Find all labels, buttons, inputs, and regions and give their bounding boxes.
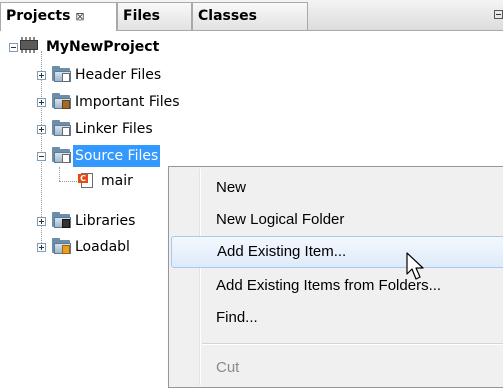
tree-item-project[interactable]: MyNewProject: [44, 36, 161, 58]
menu-item-label: New: [216, 179, 247, 196]
collapse-icon[interactable]: [37, 152, 46, 161]
menu-item-new[interactable]: New: [171, 172, 503, 204]
tab-projects[interactable]: Projects ⊠: [0, 2, 117, 31]
tree-item-main-file[interactable]: mair: [99, 170, 135, 192]
tree-item-linker-files[interactable]: Linker Files: [73, 118, 155, 140]
tree-item-label: Source Files: [73, 145, 161, 167]
expand-icon[interactable]: [37, 71, 46, 80]
tab-classes[interactable]: Classes: [192, 2, 308, 30]
tab-bar: Projects ⊠ Files Classes: [0, 0, 503, 31]
menu-item-label: Add Existing Item...: [217, 243, 347, 260]
menu-item-cut: Cut: [171, 352, 503, 384]
folder-icon: [50, 119, 72, 137]
menu-item-add-existing-items-from-folders[interactable]: Add Existing Items from Folders...: [171, 270, 503, 302]
tab-files[interactable]: Files: [117, 2, 192, 30]
folder-icon: [50, 146, 72, 164]
expand-icon[interactable]: [37, 243, 46, 252]
tree-item-important-files[interactable]: Important Files: [73, 91, 182, 113]
collapse-icon[interactable]: [9, 43, 18, 52]
close-tab-icon[interactable]: ⊠: [75, 10, 84, 23]
minimize-icon[interactable]: [494, 10, 503, 19]
tree-item-libraries[interactable]: Libraries: [73, 210, 137, 232]
tree-guide-line: [59, 167, 60, 181]
tree-item-label: Important Files: [75, 94, 180, 110]
tab-projects-label: Projects: [6, 8, 71, 24]
chip-icon: [18, 37, 40, 53]
context-menu: New New Logical Folder Add Existing Item…: [168, 166, 503, 388]
folder-icon: [50, 211, 72, 229]
tree-item-source-files[interactable]: Source Files: [73, 145, 161, 167]
menu-item-label: Cut: [216, 359, 240, 376]
folder-icon: [50, 92, 72, 110]
tab-files-label: Files: [123, 8, 160, 24]
expand-icon[interactable]: [37, 217, 46, 226]
tree-guide-line: [59, 181, 79, 182]
menu-item-find[interactable]: Find...: [171, 302, 503, 334]
c-file-icon: C: [77, 172, 95, 190]
tree-item-loadables[interactable]: Loadabl: [73, 236, 132, 258]
tree-item-label: Linker Files: [75, 121, 153, 137]
tree-item-label: Libraries: [75, 213, 136, 229]
tree-item-header-files[interactable]: Header Files: [73, 64, 163, 86]
tree-item-label: Header Files: [75, 67, 162, 83]
folder-icon: [50, 237, 72, 255]
tree-item-label: mair: [101, 173, 133, 189]
menu-separator: [202, 343, 503, 345]
tree-item-label: Loadabl: [75, 239, 130, 255]
tab-classes-label: Classes: [198, 8, 258, 24]
menu-item-add-existing-item[interactable]: Add Existing Item...: [171, 236, 503, 268]
menu-item-label: Find...: [216, 309, 258, 326]
project-label: MyNewProject: [46, 39, 160, 55]
menu-item-new-logical-folder[interactable]: New Logical Folder: [171, 204, 503, 236]
expand-icon[interactable]: [37, 125, 46, 134]
expand-icon[interactable]: [37, 98, 46, 107]
folder-icon: [50, 65, 72, 83]
mouse-cursor-icon: [406, 252, 424, 280]
menu-item-label: New Logical Folder: [216, 211, 345, 228]
